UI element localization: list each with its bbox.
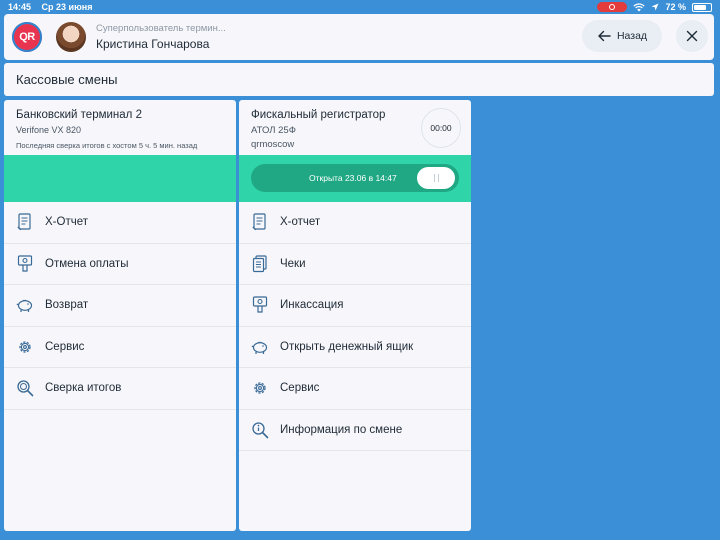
menu-item-label: Отмена оплаты: [45, 257, 129, 270]
collection-icon: [251, 296, 269, 314]
screen-recording-icon: [597, 2, 628, 12]
gear-icon: [251, 379, 269, 397]
app-logo: QR: [12, 22, 42, 52]
arrow-left-icon: [597, 30, 611, 42]
bank-terminal-last-reconcile: Последняя сверка итогов с хостом 5 ч. 5 …: [16, 141, 198, 150]
menu-item-label: Возврат: [45, 299, 89, 312]
shift-status-band: Открыта 23.06 в 14:47: [239, 155, 471, 202]
menu-item-label: Сверка итогов: [45, 382, 122, 395]
cancel-payment-icon: [16, 255, 34, 273]
menu-item-x-report[interactable]: Х-отчет: [239, 202, 471, 244]
menu-item-label: Сервис: [280, 382, 320, 395]
gear-icon: [16, 338, 34, 356]
location-icon: [651, 3, 659, 11]
info-icon: [251, 421, 269, 439]
shift-status-text: Открыта 23.06 в 14:47: [309, 173, 397, 183]
menu-item-service[interactable]: Сервис: [4, 327, 236, 368]
battery-percent: 72 %: [665, 2, 686, 12]
menu-item-collection[interactable]: Инкассация: [239, 285, 471, 327]
back-button[interactable]: Назад: [582, 20, 662, 52]
close-icon: [686, 30, 698, 42]
status-bar: 14:45 Ср 23 июня 72 %: [0, 0, 720, 14]
user-role: Суперпользователь термин...: [96, 23, 226, 34]
bank-terminal-card: Банковский терминал 2 Verifone VX 820 По…: [4, 100, 236, 531]
page-title: Кассовые смены: [16, 72, 118, 87]
search-icon: [16, 379, 34, 397]
menu-item-label: Х-отчет: [280, 216, 321, 229]
report-icon: [251, 213, 269, 231]
receipts-icon: [251, 255, 269, 273]
menu-item-label: Открыть денежный ящик: [280, 340, 414, 353]
report-icon: [16, 213, 34, 231]
bank-terminal-status-band: [4, 155, 236, 202]
menu-item-label: Инкассация: [280, 299, 344, 312]
menu-item-label: Чеки: [280, 257, 306, 270]
menu-item-label: Информация по смене: [280, 423, 403, 436]
top-header: QR Суперпользователь термин... Кристина …: [4, 14, 714, 60]
bank-terminal-header: Банковский терминал 2 Verifone VX 820 По…: [4, 100, 236, 155]
user-info[interactable]: Суперпользователь термин... Кристина Гон…: [96, 23, 226, 51]
menu-item-open-cash-drawer[interactable]: Открыть денежный ящик: [239, 327, 471, 368]
piggy-bank-icon: [251, 338, 269, 356]
piggy-bank-icon: [16, 296, 34, 314]
status-date: Ср 23 июня: [41, 2, 93, 12]
bank-terminal-title: Банковский терминал 2: [16, 109, 142, 121]
toggle-knob[interactable]: [417, 167, 455, 189]
menu-item-label: Х-Отчет: [45, 216, 88, 229]
user-name: Кристина Гончарова: [96, 37, 210, 51]
status-time: 14:45: [8, 2, 32, 12]
bank-terminal-model: Verifone VX 820: [16, 125, 82, 135]
fiscal-register-card: Фискальный регистратор АТОЛ 25Ф qrmoscow…: [239, 100, 471, 531]
fiscal-register-header: Фискальный регистратор АТОЛ 25Ф qrmoscow…: [239, 100, 471, 155]
menu-item-service[interactable]: Сервис: [239, 368, 471, 410]
battery-icon: [692, 2, 712, 12]
shift-toggle[interactable]: Открыта 23.06 в 14:47: [251, 164, 459, 192]
section-header: Кассовые смены: [4, 63, 714, 96]
menu-item-refund[interactable]: Возврат: [4, 285, 236, 327]
menu-item-label: Сервис: [45, 340, 85, 353]
wifi-icon: [633, 2, 646, 12]
shift-timer: 00:00: [421, 108, 461, 148]
menu-item-reconcile[interactable]: Сверка итогов: [4, 368, 236, 410]
close-button[interactable]: [676, 20, 708, 52]
menu-item-x-report[interactable]: Х-Отчет: [4, 202, 236, 244]
menu-item-cancel-payment[interactable]: Отмена оплаты: [4, 244, 236, 285]
back-button-label: Назад: [616, 30, 648, 42]
avatar[interactable]: [56, 22, 86, 52]
menu-item-receipts[interactable]: Чеки: [239, 244, 471, 285]
menu-item-shift-info[interactable]: Информация по смене: [239, 410, 471, 451]
